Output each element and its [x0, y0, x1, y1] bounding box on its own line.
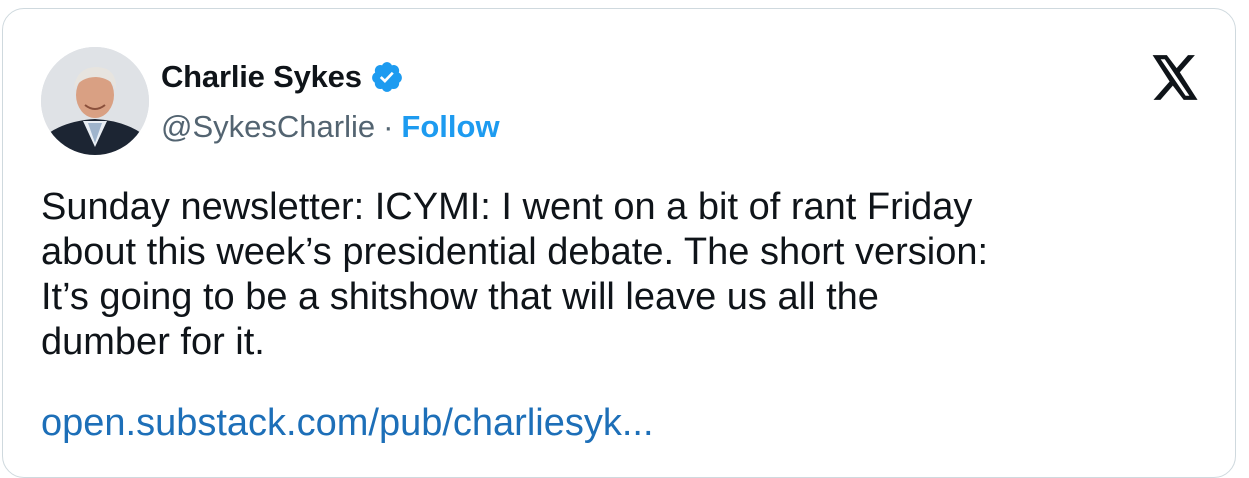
avatar-image	[41, 47, 149, 155]
tweet-card[interactable]: Charlie Sykes @SykesCharlie · Follow Sun…	[2, 8, 1236, 478]
tweet-text-line: Sunday newsletter: ICYMI: I went on a bi…	[41, 186, 973, 228]
author-name[interactable]: Charlie Sykes	[161, 59, 362, 95]
author-handle[interactable]: @SykesCharlie	[161, 109, 375, 145]
follow-button[interactable]: Follow	[401, 109, 499, 145]
tweet-text-line: about this week’s presidential debate. T…	[41, 231, 989, 273]
separator-dot: ·	[383, 109, 394, 144]
avatar[interactable]	[41, 47, 149, 155]
verified-badge-icon	[370, 60, 404, 94]
tweet-link[interactable]: open.substack.com/pub/charliesyk...	[41, 401, 654, 446]
tweet-text-line: It’s going to be a shitshow that will le…	[41, 276, 879, 318]
x-logo-icon[interactable]	[1150, 55, 1200, 101]
tweet-text-line: dumber for it.	[41, 321, 265, 363]
tweet-text: Sunday newsletter: ICYMI: I went on a bi…	[41, 185, 1221, 365]
